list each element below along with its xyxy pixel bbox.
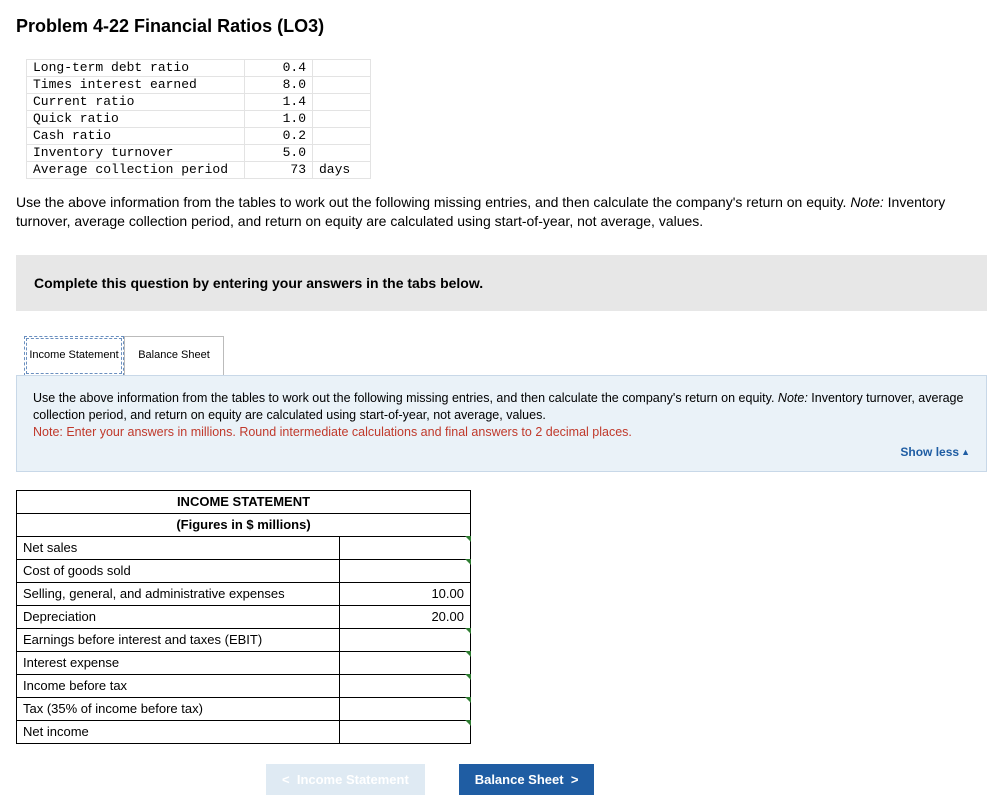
ratio-unit (313, 128, 371, 145)
box-note-label: Note: (778, 391, 808, 405)
ratio-label: Current ratio (27, 94, 245, 111)
sga-value: 10.00 (340, 582, 471, 605)
depreciation-value: 20.00 (340, 605, 471, 628)
table-row: Interest expense (17, 651, 471, 674)
ratio-label: Quick ratio (27, 111, 245, 128)
ebit-input[interactable] (340, 628, 471, 651)
page-title: Problem 4-22 Financial Ratios (LO3) (16, 16, 987, 37)
table-row: Selling, general, and administrative exp… (17, 582, 471, 605)
ratio-unit (313, 145, 371, 162)
intro-text: Use the above information from the table… (16, 193, 983, 231)
table-row: Net income (17, 720, 471, 743)
row-label: Tax (35% of income before tax) (17, 697, 340, 720)
ratio-unit (313, 77, 371, 94)
table-row: Net sales (17, 536, 471, 559)
intro-part1: Use the above information from the table… (16, 194, 850, 210)
prev-button[interactable]: < Income Statement (266, 764, 425, 795)
is-header-2: (Figures in $ millions) (17, 513, 471, 536)
prev-label: Income Statement (297, 772, 409, 787)
row-label: Selling, general, and administrative exp… (17, 582, 340, 605)
is-header-1: INCOME STATEMENT (17, 490, 471, 513)
chevron-right-icon: > (571, 772, 579, 787)
ratio-value: 73 (245, 162, 313, 179)
triangle-up-icon: ▲ (961, 447, 970, 457)
net-sales-input[interactable] (340, 536, 471, 559)
ratio-label: Times interest earned (27, 77, 245, 94)
row-label: Cost of goods sold (17, 559, 340, 582)
prompt-banner: Complete this question by entering your … (16, 255, 987, 311)
ratio-unit (313, 111, 371, 128)
table-row: Tax (35% of income before tax) (17, 697, 471, 720)
cogs-input[interactable] (340, 559, 471, 582)
ratio-label: Inventory turnover (27, 145, 245, 162)
tab-balance-sheet[interactable]: Balance Sheet (124, 336, 224, 376)
ratio-label: Cash ratio (27, 128, 245, 145)
ratio-value: 5.0 (245, 145, 313, 162)
chevron-left-icon: < (282, 772, 290, 787)
instruction-box: Use the above information from the table… (16, 375, 987, 472)
row-label: Income before tax (17, 674, 340, 697)
show-less-label: Show less (900, 445, 959, 459)
row-label: Interest expense (17, 651, 340, 674)
income-before-tax-input[interactable] (340, 674, 471, 697)
ratio-value: 1.0 (245, 111, 313, 128)
nav-buttons: < Income Statement Balance Sheet > (16, 764, 987, 795)
ratio-unit (313, 94, 371, 111)
row-label: Depreciation (17, 605, 340, 628)
intro-note-label: Note: (850, 194, 883, 210)
ratios-table: Long-term debt ratio0.4 Times interest e… (26, 59, 371, 179)
show-less-toggle[interactable]: Show less▲ (33, 440, 970, 460)
ratio-unit (313, 60, 371, 77)
table-row: Depreciation20.00 (17, 605, 471, 628)
ratio-label: Long-term debt ratio (27, 60, 245, 77)
income-statement-table: INCOME STATEMENT (Figures in $ millions)… (16, 490, 471, 744)
ratio-unit: days (313, 162, 371, 179)
ratio-value: 1.4 (245, 94, 313, 111)
tax-input[interactable] (340, 697, 471, 720)
next-button[interactable]: Balance Sheet > (459, 764, 595, 795)
table-row: Earnings before interest and taxes (EBIT… (17, 628, 471, 651)
ratio-label: Average collection period (27, 162, 245, 179)
tab-income-statement[interactable]: Income Statement (24, 336, 124, 376)
ratio-value: 0.2 (245, 128, 313, 145)
box-text-1: Use the above information from the table… (33, 391, 778, 405)
table-row: Cost of goods sold (17, 559, 471, 582)
row-label: Earnings before interest and taxes (EBIT… (17, 628, 340, 651)
net-income-input[interactable] (340, 720, 471, 743)
interest-expense-input[interactable] (340, 651, 471, 674)
ratio-value: 8.0 (245, 77, 313, 94)
table-row: Income before tax (17, 674, 471, 697)
row-label: Net sales (17, 536, 340, 559)
box-red-note: Note: Enter your answers in millions. Ro… (33, 425, 632, 439)
tab-strip: Income StatementBalance Sheet (24, 335, 987, 375)
ratio-value: 0.4 (245, 60, 313, 77)
next-label: Balance Sheet (475, 772, 564, 787)
row-label: Net income (17, 720, 340, 743)
